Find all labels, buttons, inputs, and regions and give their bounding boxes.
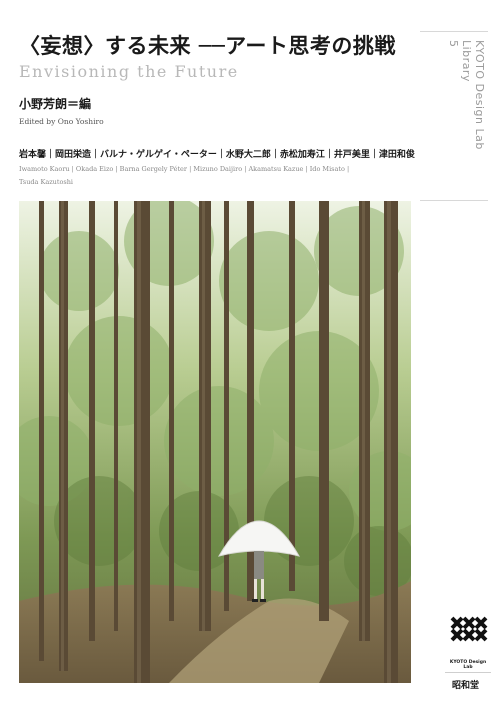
authors-japanese: 岩本馨｜岡田栄造｜バルナ・ゲルゲイ・ペーター｜水野大二郎｜赤松加寿江｜井戸美里｜… <box>19 150 415 160</box>
english-subtitle: Envisioning the Future <box>19 62 239 81</box>
lattice-logo-icon <box>450 616 488 642</box>
publisher-divider <box>445 672 491 673</box>
series-line-2: Library <box>460 40 473 82</box>
top-divider <box>420 31 488 32</box>
series-label: KYOTO Design Lab Library 5 <box>447 40 486 150</box>
series-line-3: 5 <box>447 40 460 48</box>
series-line-1: KYOTO Design Lab <box>473 40 486 150</box>
cover-photo <box>19 201 411 683</box>
kyoto-design-lab-logo: KYOTO Design Lab <box>448 614 488 670</box>
book-title: 〈妄想〉する未来 ──アート思考の挑戦 <box>19 33 396 58</box>
editor-japanese: 小野芳朗＝編 <box>19 97 92 111</box>
publisher-name: 昭和堂 <box>452 681 480 691</box>
authors-english: Iwamoto Kaoru | Okada Eizo | Barna Gerge… <box>19 165 350 186</box>
forest-illustration <box>19 201 411 683</box>
editor-english: Edited by Ono Yoshiro <box>19 117 104 126</box>
series-divider <box>420 200 488 201</box>
logo-label: KYOTO Design Lab <box>449 660 487 670</box>
